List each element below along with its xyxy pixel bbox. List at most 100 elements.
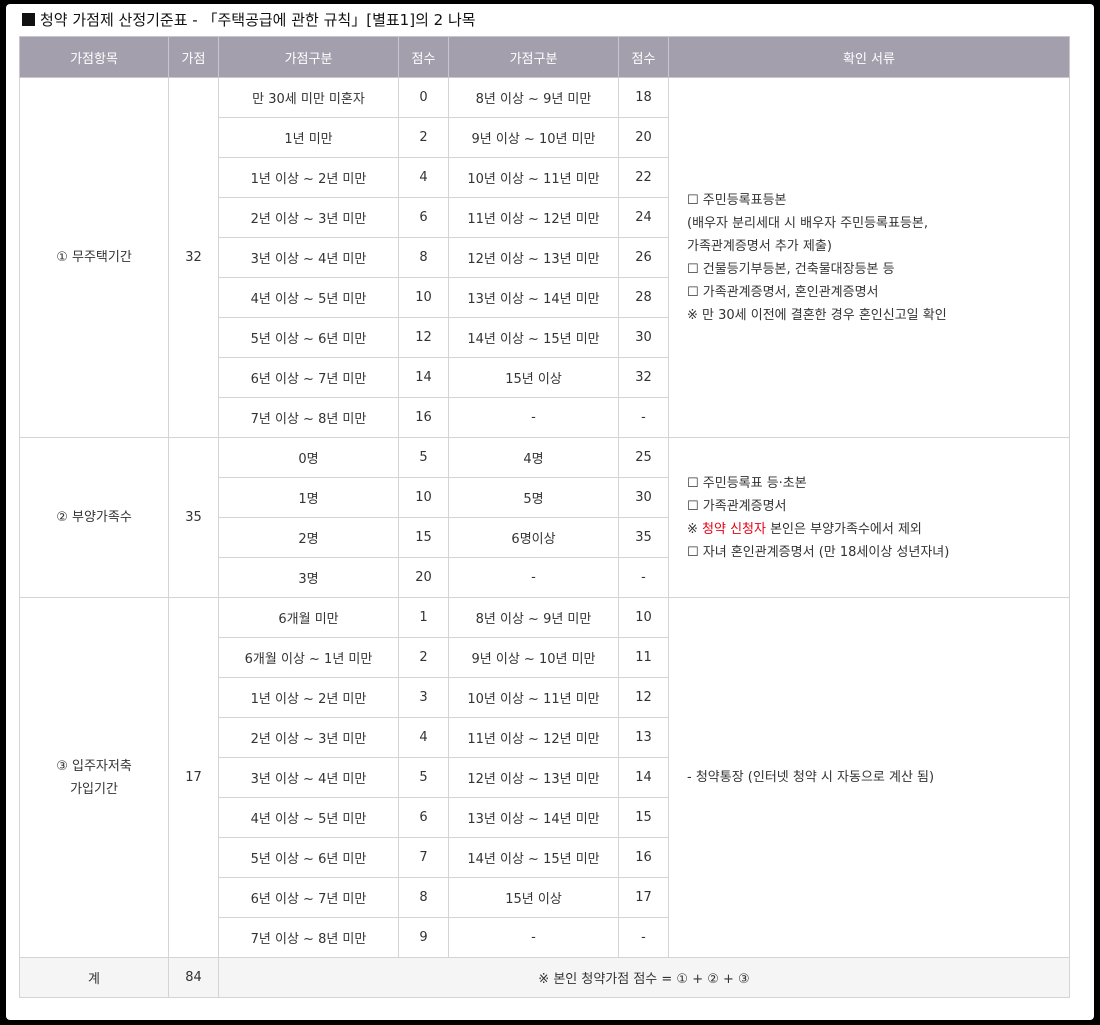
score-cell: 16 — [618, 837, 669, 878]
score-cell: 4 — [398, 717, 449, 758]
score-table: 가점항목 가점 가점구분 점수 가점구분 점수 확인 서류 ① 무주택기간 32 만… — [19, 36, 1070, 998]
criteria-cell: 6명이상 — [448, 517, 619, 558]
criteria-cell: 7년 이상 ~ 8년 미만 — [218, 397, 399, 438]
score-cell: 14 — [398, 357, 449, 398]
score-cell: 35 — [618, 517, 669, 558]
criteria-cell: - — [448, 917, 619, 958]
criteria-cell: 6개월 이상 ~ 1년 미만 — [218, 637, 399, 678]
documents-cell: - 청약통장 (인터넷 청약 시 자동으로 계산 됨) — [668, 597, 1070, 958]
score-cell: 25 — [618, 437, 669, 478]
score-cell: 8 — [398, 237, 449, 278]
score-cell: 9 — [398, 917, 449, 958]
criteria-cell: 10년 이상 ~ 11년 미만 — [448, 677, 619, 718]
criteria-cell: 14년 이상 ~ 15년 미만 — [448, 837, 619, 878]
score-cell: 4 — [398, 157, 449, 198]
score-cell: 12 — [618, 677, 669, 718]
criteria-cell: 3년 이상 ~ 4년 미만 — [218, 237, 399, 278]
header-cell: 가점구분 — [218, 36, 399, 78]
criteria-cell: 6년 이상 ~ 7년 미만 — [218, 357, 399, 398]
score-cell: - — [618, 397, 669, 438]
score-cell: 13 — [618, 717, 669, 758]
documents-cell: ☐ 주민등록표등본 (배우자 분리세대 시 배우자 주민등록표등본, 가족관계증명서… — [668, 77, 1070, 438]
total-points: 84 — [168, 957, 219, 998]
criteria-cell: 6개월 미만 — [218, 597, 399, 638]
item-cell: ① 무주택기간 — [19, 77, 169, 438]
criteria-cell: 14년 이상 ~ 15년 미만 — [448, 317, 619, 358]
score-cell: 5 — [398, 437, 449, 478]
criteria-cell: 12년 이상 ~ 13년 미만 — [448, 237, 619, 278]
score-cell: 28 — [618, 277, 669, 318]
score-cell: 20 — [618, 117, 669, 158]
score-cell: 3 — [398, 677, 449, 718]
points-cell: 17 — [168, 597, 219, 958]
criteria-cell: 13년 이상 ~ 14년 미만 — [448, 277, 619, 318]
page-title: 청약 가점제 산정기준표 - 「주택공급에 관한 규칙」[별표1]의 2 나목 — [22, 8, 476, 32]
item-label: ① 무주택기간 — [56, 250, 132, 265]
total-label: 계 — [19, 957, 169, 998]
criteria-cell: 4년 이상 ~ 5년 미만 — [218, 277, 399, 318]
criteria-cell: 5년 이상 ~ 6년 미만 — [218, 837, 399, 878]
criteria-cell: 1년 이상 ~ 2년 미만 — [218, 677, 399, 718]
score-cell: 11 — [618, 637, 669, 678]
header-cell: 가점항목 — [19, 36, 169, 78]
criteria-cell: 1명 — [218, 477, 399, 518]
criteria-cell: 3년 이상 ~ 4년 미만 — [218, 757, 399, 798]
table-row: ③ 입주자저축 가입기간 17 6개월 미만 1 8년 이상 ~ 9년 미만 10- 청약통… — [19, 597, 1070, 958]
criteria-cell: 4명 — [448, 437, 619, 478]
criteria-cell: 9년 이상 ~ 10년 미만 — [448, 637, 619, 678]
score-cell: 32 — [618, 357, 669, 398]
item-cell: ③ 입주자저축 가입기간 — [19, 597, 169, 958]
criteria-cell: 11년 이상 ~ 12년 미만 — [448, 717, 619, 758]
criteria-cell: 7년 이상 ~ 8년 미만 — [218, 917, 399, 958]
header-cell: 점수 — [618, 36, 669, 78]
criteria-cell: 6년 이상 ~ 7년 미만 — [218, 877, 399, 918]
header-cell: 확인 서류 — [668, 36, 1070, 78]
score-cell: 2 — [398, 117, 449, 158]
title-text: 청약 가점제 산정기준표 - 「주택공급에 관한 규칙」[별표1]의 2 나목 — [40, 11, 476, 29]
points-cell: 32 — [168, 77, 219, 438]
total-note: ※ 본인 청약가점 점수 = ① + ② + ③ — [218, 957, 1070, 998]
criteria-cell: 3명 — [218, 557, 399, 598]
score-cell: 18 — [618, 77, 669, 118]
criteria-cell: - — [448, 557, 619, 598]
score-cell: 2 — [398, 637, 449, 678]
document-line: - 청약통장 (인터넷 청약 시 자동으로 계산 됨) — [687, 770, 935, 785]
score-cell: 7 — [398, 837, 449, 878]
score-cell: 12 — [398, 317, 449, 358]
document-line: (배우자 분리세대 시 배우자 주민등록표등본, — [687, 215, 929, 231]
header-cell: 점수 — [398, 36, 449, 78]
score-cell: 24 — [618, 197, 669, 238]
document-line: ※ 만 30세 이전에 결혼한 경우 혼인신고일 확인 — [687, 307, 947, 323]
header-cell: 가점 — [168, 36, 219, 78]
score-cell: 30 — [618, 317, 669, 358]
criteria-cell: 8년 이상 ~ 9년 미만 — [448, 77, 619, 118]
criteria-cell: 5년 이상 ~ 6년 미만 — [218, 317, 399, 358]
score-cell: 1 — [398, 597, 449, 638]
score-cell: 10 — [398, 277, 449, 318]
square-bullet-icon — [22, 13, 35, 26]
item-label: 가입기간 — [70, 781, 118, 797]
points-cell: 35 — [168, 437, 219, 598]
table-row: ② 부양가족수 35 0명 5 4명 25 ☐ 주민등록표 등·초본 ☐ 가족관계증명서 ※ 청… — [19, 437, 1070, 598]
score-cell: 20 — [398, 557, 449, 598]
criteria-cell: - — [448, 397, 619, 438]
criteria-cell: 8년 이상 ~ 9년 미만 — [448, 597, 619, 638]
criteria-cell: 4년 이상 ~ 5년 미만 — [218, 797, 399, 838]
criteria-cell: 1년 이상 ~ 2년 미만 — [218, 157, 399, 198]
score-cell: 30 — [618, 477, 669, 518]
score-cell: - — [618, 557, 669, 598]
score-cell: 26 — [618, 237, 669, 278]
documents-cell: ☐ 주민등록표 등·초본 ☐ 가족관계증명서 ※ 청약 신청자 본인은 부양가족수에… — [668, 437, 1070, 598]
score-cell: 5 — [398, 757, 449, 798]
header-row: 가점항목 가점 가점구분 점수 가점구분 점수 확인 서류 — [19, 36, 1070, 78]
criteria-cell: 15년 이상 — [448, 877, 619, 918]
document-line: ☐ 주민등록표 등·초본 — [687, 475, 807, 491]
item-label: ② 부양가족수 — [56, 510, 132, 525]
item-cell: ② 부양가족수 — [19, 437, 169, 598]
score-cell: 6 — [398, 797, 449, 838]
criteria-cell: 12년 이상 ~ 13년 미만 — [448, 757, 619, 798]
document-line: ☐ 가족관계증명서, 혼인관계증명서 — [687, 284, 879, 300]
document-line: ☐ 자녀 혼인관계증명서 (만 18세이상 성년자녀) — [687, 544, 950, 560]
document-line: 가족관계증명서 추가 제출) — [687, 238, 832, 254]
score-cell: 16 — [398, 397, 449, 438]
